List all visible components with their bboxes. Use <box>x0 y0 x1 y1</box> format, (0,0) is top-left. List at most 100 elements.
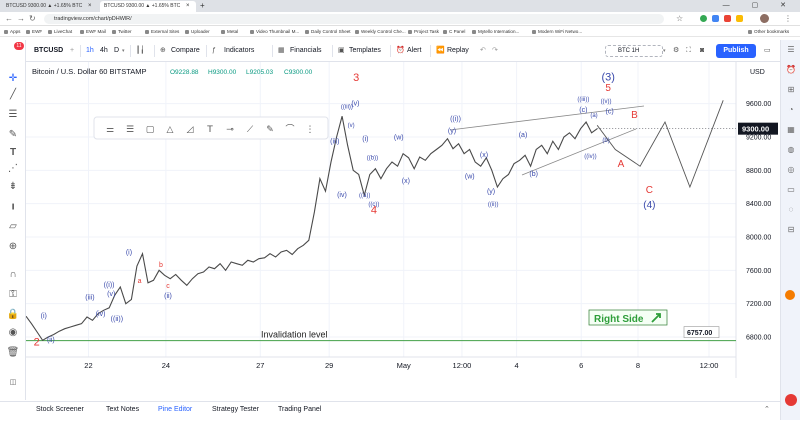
alerts-icon[interactable]: ⏰ <box>785 64 797 76</box>
replay-icon[interactable]: ⏪ <box>436 40 445 62</box>
bookmark-item[interactable]: Project Task <box>408 26 439 37</box>
tab-text-notes[interactable]: Text Notes <box>106 402 139 418</box>
wave-label[interactable]: B <box>631 110 638 121</box>
wave-label[interactable]: ((b)) <box>367 156 378 162</box>
wave-label[interactable]: A <box>618 159 625 170</box>
prediction-icon[interactable]: ⇟ <box>6 180 20 194</box>
wave-label[interactable]: (i) <box>41 313 47 320</box>
crosshair-icon[interactable]: ✛ <box>6 72 20 86</box>
bookmark-item[interactable]: EWF Mail <box>80 26 106 37</box>
calendar-icon[interactable]: ▦ <box>785 124 797 136</box>
ruler-icon[interactable]: ▱ <box>6 220 20 234</box>
extension-icon[interactable] <box>724 15 731 22</box>
indicators-button[interactable]: Indicators <box>224 40 254 62</box>
streams-icon[interactable]: ◎ <box>785 164 797 176</box>
extension-icon[interactable] <box>736 15 743 22</box>
layout-name-field[interactable]: BTC 1H <box>605 45 663 57</box>
wave-label[interactable]: ((a)) <box>359 193 370 199</box>
wave-label[interactable]: (v) <box>351 100 359 107</box>
wave-label[interactable]: (x) <box>402 178 410 185</box>
text-tool-icon[interactable]: T <box>206 125 213 135</box>
publish-button[interactable]: Publish <box>716 44 756 58</box>
close-icon[interactable]: × <box>88 0 92 12</box>
notifications-icon[interactable]: ◌ <box>785 204 797 216</box>
interval-d[interactable]: D <box>114 40 119 62</box>
wave-label[interactable]: 3 <box>353 72 359 84</box>
wave-label[interactable]: ((iii)) <box>577 97 589 103</box>
reload-icon[interactable]: ↻ <box>29 13 36 25</box>
other-bookmarks[interactable]: Other bookmarks <box>748 26 789 37</box>
marker-icon[interactable]: ⌒ <box>285 124 294 135</box>
symbol-search[interactable]: BTCUSD <box>34 40 63 62</box>
candles-icon[interactable]: ┃╽ <box>136 40 144 62</box>
more-icon[interactable]: ⋮ <box>306 125 315 135</box>
indicators-icon[interactable]: ƒ <box>212 40 216 62</box>
wave-label[interactable]: b <box>159 262 163 269</box>
bookmark-item[interactable]: Metal <box>221 26 238 37</box>
extension-icon[interactable] <box>700 15 707 22</box>
rect-icon[interactable]: ▢ <box>146 125 155 135</box>
settings-icon[interactable]: ⚙ <box>673 40 679 62</box>
wave-label[interactable]: (w) <box>394 135 404 142</box>
financials-button[interactable]: Financials <box>290 40 322 62</box>
wave-label[interactable]: (x) <box>480 152 488 159</box>
menu-icon[interactable]: ⋮ <box>784 13 792 25</box>
wave-label[interactable]: (y) <box>448 128 456 135</box>
bookmark-item[interactable]: C Panel <box>443 26 465 37</box>
wave-label[interactable]: a <box>138 278 142 285</box>
add-symbol-icon[interactable]: + <box>70 40 74 62</box>
alert-button[interactable]: Alert <box>407 40 421 62</box>
wave-label[interactable]: (a) <box>590 113 597 119</box>
trendline-icon[interactable]: ╱ <box>6 88 20 102</box>
avatar[interactable] <box>760 14 769 23</box>
hline-icon[interactable]: ⊸ <box>226 125 234 135</box>
triangle-icon[interactable]: ◿ <box>187 125 194 135</box>
fib-retracement-icon[interactable]: ☰ <box>6 108 20 122</box>
brush-icon[interactable]: ✎ <box>6 128 20 142</box>
financials-icon[interactable]: ▦ <box>278 40 285 62</box>
wave-label[interactable]: (iv) <box>337 192 347 199</box>
long-position-icon[interactable]: ╻ <box>6 198 20 212</box>
wave-label[interactable]: (a) <box>519 132 528 139</box>
favorites-icon[interactable]: ◫ <box>6 376 20 390</box>
floating-drawing-toolbar[interactable]: ⚌ ☰ ▢ △ ◿ T ⊸ ⟋ ✎ ⌒ ⋮ <box>93 116 329 140</box>
wave-label[interactable]: (w) <box>465 174 475 181</box>
wave-label[interactable]: (ii) <box>164 293 172 300</box>
wave-label[interactable]: (i) <box>126 250 132 257</box>
wave-label[interactable]: (i) <box>362 136 368 143</box>
bookmark-item[interactable]: Video Thumbnail M... <box>250 26 299 37</box>
fib-icon[interactable]: △ <box>167 125 174 135</box>
wave-label[interactable]: c <box>166 283 170 290</box>
back-icon[interactable]: ← <box>5 13 13 25</box>
browser-tab-2[interactable]: BTCUSD 9300.00 ▲ +1.65% BTC <box>100 1 196 12</box>
eye-icon[interactable]: ◉ <box>6 326 20 340</box>
wave-label[interactable]: (v) <box>348 123 355 129</box>
wave-label[interactable]: ((ii)) <box>488 202 499 208</box>
window-controls[interactable]: — ▢ ✕ <box>723 0 796 12</box>
replay-button[interactable]: Replay <box>447 40 469 62</box>
bookmark-item[interactable]: Mytello Internation... <box>472 26 519 37</box>
templates-button[interactable]: Templates <box>349 40 381 62</box>
zoom-icon[interactable]: ⊕ <box>6 240 20 254</box>
collapse-panel-icon[interactable]: ⌃ <box>764 402 770 418</box>
url-field[interactable]: tradingview.com/chart/pDHWlR/ <box>44 14 664 24</box>
wave-label[interactable]: (c) <box>579 107 587 114</box>
wave-label[interactable]: (b) <box>529 171 538 178</box>
redo-icon[interactable]: ↷ <box>492 40 498 62</box>
interval-4h[interactable]: 4h <box>100 40 108 62</box>
bookmark-item[interactable]: LiveChat <box>48 26 72 37</box>
wave-label[interactable]: (v) <box>107 291 115 298</box>
right-side-note[interactable]: Right Side <box>588 309 668 326</box>
tab-stock-screener[interactable]: Stock Screener <box>36 402 84 418</box>
alert-icon[interactable]: ⏰ <box>396 40 405 62</box>
bookmark-item[interactable]: Weekly Control Che... <box>355 26 406 37</box>
wave-label[interactable]: 2 <box>34 336 40 348</box>
wave-label[interactable]: (iv) <box>96 311 106 318</box>
order-panel-icon[interactable]: ⊟ <box>785 224 797 236</box>
wave-label[interactable]: (y) <box>487 189 495 196</box>
path-icon[interactable]: ☰ <box>126 125 134 135</box>
close-icon[interactable]: × <box>186 0 190 12</box>
chevron-down-icon[interactable]: ▾ <box>122 40 125 62</box>
star-icon[interactable]: ☆ <box>676 13 683 25</box>
hotlist-icon[interactable]: ◔ <box>785 104 797 116</box>
